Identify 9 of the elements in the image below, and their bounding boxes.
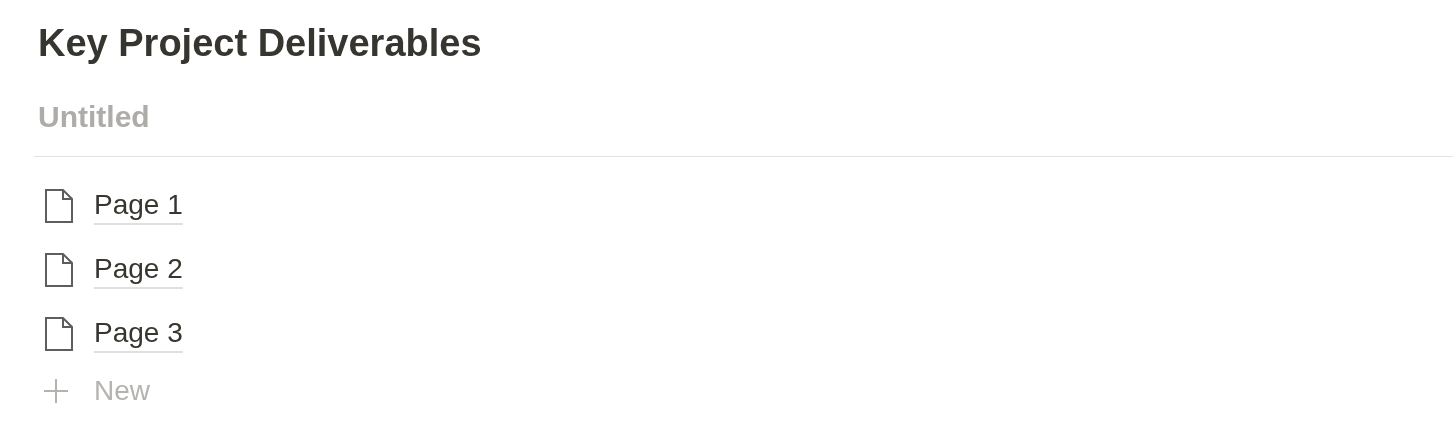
page-link[interactable]: Page 1 <box>94 187 183 225</box>
page-icon <box>44 188 74 224</box>
group-heading: Untitled <box>38 100 150 133</box>
page-link[interactable]: Page 2 <box>94 251 183 289</box>
page-icon <box>44 316 74 352</box>
page-title: Key Project Deliverables <box>38 21 483 66</box>
page-link[interactable]: Page 3 <box>94 315 183 353</box>
plus-icon <box>42 377 70 405</box>
page-icon <box>44 252 74 288</box>
